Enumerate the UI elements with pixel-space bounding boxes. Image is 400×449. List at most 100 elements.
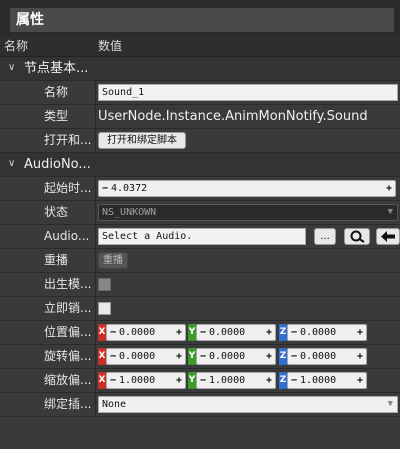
property-row-spawn-mode: 出生模... bbox=[0, 273, 400, 297]
property-row-rotation-offset: 旋转偏... X − 0.0000 + Y − 0.0000 + Z − 0.0… bbox=[0, 345, 400, 369]
property-row-destroy-now: 立即销... bbox=[0, 297, 400, 321]
browse-button[interactable]: ... bbox=[314, 228, 336, 245]
decrement-button[interactable]: − bbox=[200, 349, 206, 364]
increment-button[interactable]: + bbox=[176, 349, 182, 364]
increment-button[interactable]: + bbox=[357, 349, 363, 364]
bind-slot-dropdown[interactable]: None ▼ bbox=[98, 396, 398, 413]
position-x-value[interactable]: 0.0000 bbox=[119, 325, 155, 340]
decrement-button[interactable]: − bbox=[200, 373, 206, 388]
property-row-audio: Audio... Select a Audio. ... bbox=[0, 225, 400, 249]
scale-z-spinbox[interactable]: − 1.0000 + bbox=[287, 372, 367, 389]
increment-button[interactable]: + bbox=[266, 349, 272, 364]
arrow-left-icon[interactable] bbox=[376, 228, 400, 245]
panel-empty-area bbox=[0, 421, 400, 449]
position-z-spinbox[interactable]: − 0.0000 + bbox=[287, 324, 367, 341]
axis-y-label: Y bbox=[188, 324, 196, 341]
property-label: 状态 bbox=[44, 205, 69, 219]
group-audio-node[interactable]: ∨ AudioNo... bbox=[0, 153, 400, 177]
decrement-button[interactable]: − bbox=[291, 349, 297, 364]
scale-x-spinbox[interactable]: − 1.0000 + bbox=[106, 372, 186, 389]
scale-y-value[interactable]: 1.0000 bbox=[209, 373, 245, 388]
decrement-button[interactable]: − bbox=[110, 349, 116, 364]
scale-x-value[interactable]: 1.0000 bbox=[119, 373, 155, 388]
increment-button[interactable]: + bbox=[176, 373, 182, 388]
decrement-button[interactable]: − bbox=[110, 325, 116, 340]
start-time-value[interactable]: 4.0372 bbox=[111, 181, 147, 196]
name-input[interactable]: Sound_1 bbox=[98, 84, 398, 101]
group-node-basic[interactable]: ∨ 节点基本... bbox=[0, 57, 400, 81]
column-header: 名称 数值 bbox=[0, 36, 400, 57]
state-dropdown[interactable]: NS_UNKOWN ▼ bbox=[98, 204, 398, 221]
open-bind-script-button[interactable]: 打开和绑定脚本 bbox=[98, 132, 186, 149]
chevron-down-icon[interactable]: ∨ bbox=[8, 61, 18, 75]
rotation-z-value[interactable]: 0.0000 bbox=[300, 349, 336, 364]
position-x-spinbox[interactable]: − 0.0000 + bbox=[106, 324, 186, 341]
axis-y-label: Y bbox=[188, 348, 196, 365]
spawn-mode-checkbox[interactable] bbox=[98, 278, 111, 291]
scale-z-value[interactable]: 1.0000 bbox=[300, 373, 336, 388]
property-row-position-offset: 位置偏... X − 0.0000 + Y − 0.0000 + Z − 0.0… bbox=[0, 321, 400, 345]
chevron-down-icon[interactable]: ▼ bbox=[388, 205, 393, 220]
start-time-spinbox[interactable]: − 4.0372 + bbox=[98, 180, 396, 197]
chevron-down-icon[interactable]: ∨ bbox=[8, 157, 18, 171]
property-row-replay: 重播 重播 bbox=[0, 249, 400, 273]
axis-x-label: X bbox=[98, 324, 106, 341]
property-label: 位置偏... bbox=[44, 325, 92, 339]
property-label: 类型 bbox=[44, 109, 69, 123]
panel-titlebar: 属性 bbox=[0, 0, 400, 36]
property-label: 打开和... bbox=[44, 133, 92, 147]
property-row-type: 类型 UserNode.Instance.AnimMonNotify.Sound bbox=[0, 105, 400, 129]
rotation-x-value[interactable]: 0.0000 bbox=[119, 349, 155, 364]
property-row-name: 名称 Sound_1 bbox=[0, 81, 400, 105]
position-z-value[interactable]: 0.0000 bbox=[300, 325, 336, 340]
group-title: AudioNo... bbox=[24, 157, 91, 172]
axis-x-label: X bbox=[98, 372, 106, 389]
rotation-y-value[interactable]: 0.0000 bbox=[209, 349, 245, 364]
decrement-button[interactable]: − bbox=[200, 325, 206, 340]
property-label: Audio... bbox=[44, 229, 90, 243]
rotation-x-spinbox[interactable]: − 0.0000 + bbox=[106, 348, 186, 365]
group-title: 节点基本... bbox=[24, 61, 89, 76]
column-value-header: 数值 bbox=[98, 39, 123, 53]
axis-z-label: Z bbox=[279, 348, 287, 365]
search-icon[interactable] bbox=[344, 228, 370, 245]
property-row-state: 状态 NS_UNKOWN ▼ bbox=[0, 201, 400, 225]
decrement-button[interactable]: − bbox=[291, 373, 297, 388]
property-label: 旋转偏... bbox=[44, 349, 92, 363]
rotation-z-spinbox[interactable]: − 0.0000 + bbox=[287, 348, 367, 365]
property-row-open-bind: 打开和... 打开和绑定脚本 bbox=[0, 129, 400, 153]
axis-z-label: Z bbox=[279, 372, 287, 389]
property-label: 起始时... bbox=[44, 181, 92, 195]
scale-y-spinbox[interactable]: − 1.0000 + bbox=[196, 372, 276, 389]
bind-slot-value: None bbox=[102, 399, 127, 410]
property-label: 名称 bbox=[44, 85, 69, 99]
increment-button[interactable]: + bbox=[266, 373, 272, 388]
property-label: 立即销... bbox=[44, 301, 92, 315]
audio-path-input[interactable]: Select a Audio. bbox=[98, 228, 306, 245]
axis-x-label: X bbox=[98, 348, 106, 365]
type-value: UserNode.Instance.AnimMonNotify.Sound bbox=[98, 109, 368, 124]
increment-button[interactable]: + bbox=[357, 373, 363, 388]
replay-button[interactable]: 重播 bbox=[98, 252, 128, 269]
increment-button[interactable]: + bbox=[357, 325, 363, 340]
axis-y-label: Y bbox=[188, 372, 196, 389]
property-label: 出生模... bbox=[44, 277, 92, 291]
state-value: NS_UNKOWN bbox=[102, 207, 157, 218]
decrement-button[interactable]: − bbox=[102, 181, 108, 196]
increment-button[interactable]: + bbox=[266, 325, 272, 340]
column-name-header: 名称 bbox=[4, 39, 29, 53]
position-y-spinbox[interactable]: − 0.0000 + bbox=[196, 324, 276, 341]
increment-button[interactable]: + bbox=[176, 325, 182, 340]
property-label: 绑定插... bbox=[44, 397, 92, 411]
decrement-button[interactable]: − bbox=[291, 325, 297, 340]
property-row-start-time: 起始时... − 4.0372 + bbox=[0, 177, 400, 201]
decrement-button[interactable]: − bbox=[110, 373, 116, 388]
property-label: 重播 bbox=[44, 253, 69, 267]
rotation-y-spinbox[interactable]: − 0.0000 + bbox=[196, 348, 276, 365]
axis-z-label: Z bbox=[279, 324, 287, 341]
position-y-value[interactable]: 0.0000 bbox=[209, 325, 245, 340]
chevron-down-icon[interactable]: ▼ bbox=[388, 397, 393, 412]
property-label: 缩放偏... bbox=[44, 373, 92, 387]
increment-button[interactable]: + bbox=[386, 181, 392, 196]
destroy-now-checkbox[interactable] bbox=[98, 302, 111, 315]
